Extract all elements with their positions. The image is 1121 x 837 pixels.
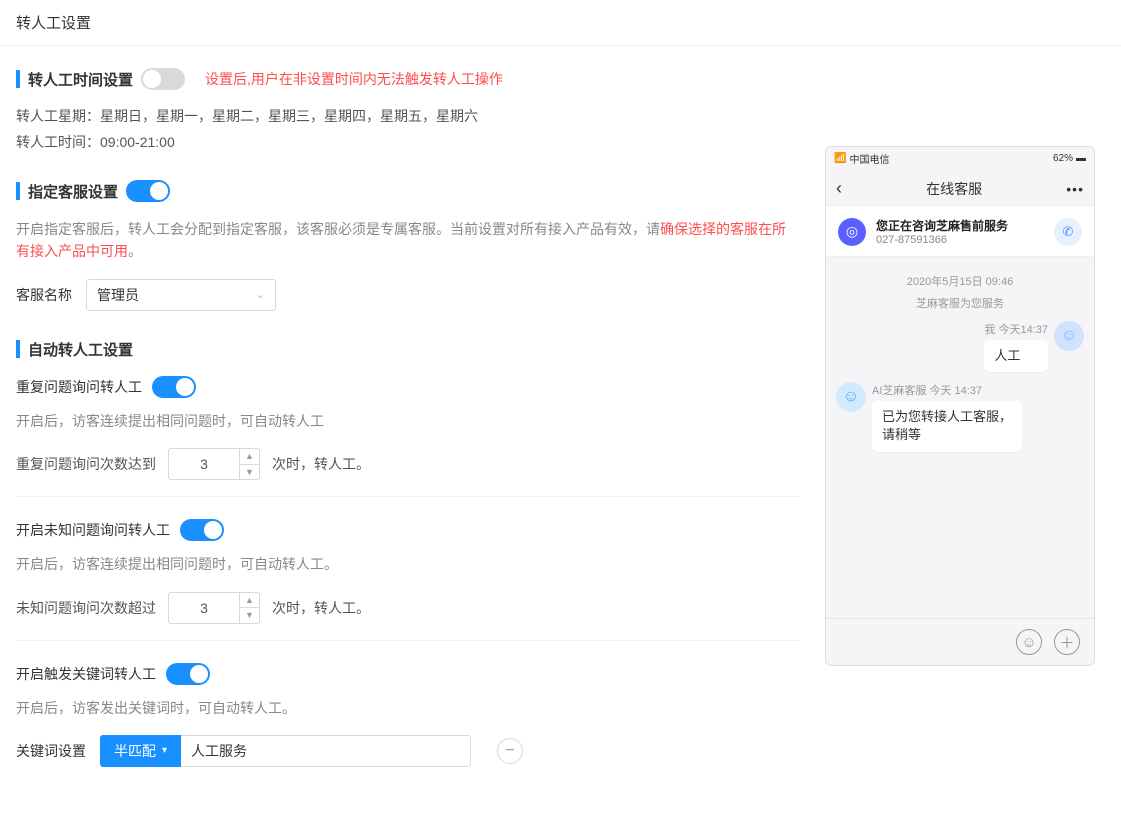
service-avatar-icon: ◎ (838, 218, 866, 246)
repeat-count-suffix: 次时，转人工。 (272, 454, 370, 474)
unknown-count-suffix: 次时，转人工。 (272, 598, 370, 618)
weekday-label: 转人工星期： (16, 108, 100, 124)
unknown-desc: 开启后，访客连续提出相同问题时，可自动转人工。 (16, 553, 799, 575)
stepper-up-icon[interactable]: ▲ (240, 449, 259, 465)
remove-keyword-button[interactable]: − (497, 738, 523, 764)
repeat-count-label: 重复问题询问次数达到 (16, 454, 156, 474)
keyword-set-label: 关键词设置 (16, 741, 86, 761)
title-bar (16, 70, 20, 88)
chevron-down-icon: ▾ (162, 745, 167, 756)
keyword-block: 开启触发关键词转人工 开启后，访客发出关键词时，可自动转人工。 关键词设置 半匹… (16, 663, 799, 783)
unknown-toggle[interactable] (180, 519, 224, 541)
chat-date: 2020年5月15日 09:46 (836, 273, 1084, 289)
page-title: 转人工设置 (0, 0, 1121, 46)
signal-icon: 📶 (834, 153, 846, 164)
user-bubble: 人工 (984, 340, 1048, 372)
repeat-count-input[interactable]: 3 ▲ ▼ (168, 448, 260, 480)
chat-system-msg: 芝麻客服为您服务 (836, 295, 1084, 311)
battery-percent: 62% (1053, 153, 1073, 164)
weekday-value: 星期日，星期一，星期二，星期三，星期四，星期五，星期六 (100, 108, 478, 124)
banner-title: 您正在咨询芝麻售前服务 (876, 217, 1044, 234)
keyword-match-select[interactable]: 半匹配 ▾ (100, 735, 181, 767)
chat-banner: ◎ 您正在咨询芝麻售前服务 027-87591366 ✆ (826, 207, 1094, 257)
chat-input-bar: ☺ ＋ (826, 618, 1094, 665)
phone-preview: 📶 中国电信 62% ▬ ‹ 在线客服 ••• ◎ 您正在咨询芝麻售前服务 02… (825, 146, 1095, 666)
time-toggle[interactable] (141, 68, 185, 90)
stepper-up-icon[interactable]: ▲ (240, 593, 259, 609)
repeat-label: 重复问题询问转人工 (16, 377, 142, 397)
agent-name-select[interactable]: 管理员 ⌄ (86, 279, 276, 311)
phone-status-bar: 📶 中国电信 62% ▬ (826, 147, 1094, 170)
timerange-label: 转人工时间： (16, 134, 100, 150)
agent-name-value: 管理员 (97, 285, 139, 305)
repeat-block: 重复问题询问转人工 开启后，访客连续提出相同问题时，可自动转人工 重复问题询问次… (16, 376, 799, 497)
section-title-time: 转人工时间设置 (28, 69, 133, 90)
stepper-down-icon[interactable]: ▼ (240, 608, 259, 623)
stepper-down-icon[interactable]: ▼ (240, 465, 259, 480)
keyword-input[interactable] (181, 735, 471, 767)
keyword-desc: 开启后，访客发出关键词时，可自动转人工。 (16, 697, 799, 719)
banner-phone-number: 027-87591366 (876, 234, 1044, 246)
repeat-count-value: 3 (169, 449, 239, 479)
section-title-auto: 自动转人工设置 (28, 339, 133, 360)
battery-icon: ▬ (1076, 153, 1086, 164)
unknown-block: 开启未知问题询问转人工 开启后，访客连续提出相同问题时，可自动转人工。 未知问题… (16, 519, 799, 640)
repeat-desc: 开启后，访客连续提出相同问题时，可自动转人工 (16, 410, 799, 432)
time-line: 转人工时间：09:00-21:00 (16, 132, 799, 152)
section-agent-settings: 指定客服设置 开启指定客服后，转人工会分配到指定客服，该客服必须是专属客服。当前… (16, 180, 799, 311)
time-hint: 设置后,用户在非设置时间内无法触发转人工操作 (205, 69, 503, 89)
weekday-line: 转人工星期：星期日，星期一，星期二，星期三，星期四，星期五，星期六 (16, 106, 799, 126)
agent-toggle[interactable] (126, 180, 170, 202)
keyword-match-value: 半匹配 (114, 741, 156, 761)
chat-body: 2020年5月15日 09:46 芝麻客服为您服务 我 今天14:37 人工 ☺… (826, 257, 1094, 618)
unknown-count-input[interactable]: 3 ▲ ▼ (168, 592, 260, 624)
keyword-toggle[interactable] (166, 663, 210, 685)
more-icon[interactable]: ••• (1066, 181, 1084, 197)
user-meta: 我 今天14:37 (984, 321, 1048, 337)
bot-avatar-icon: ☺ (836, 382, 866, 412)
plus-icon[interactable]: ＋ (1054, 629, 1080, 655)
bot-meta: AI芝麻客服 今天 14:37 (872, 382, 1022, 398)
emoji-icon[interactable]: ☺ (1016, 629, 1042, 655)
title-bar (16, 340, 20, 358)
repeat-toggle[interactable] (152, 376, 196, 398)
user-message-row: 我 今天14:37 人工 ☺ (836, 321, 1084, 372)
chevron-down-icon: ⌄ (256, 288, 265, 301)
unknown-count-value: 3 (169, 593, 239, 623)
section-auto-transfer: 自动转人工设置 重复问题询问转人工 开启后，访客连续提出相同问题时，可自动转人工… (16, 339, 799, 783)
carrier-name: 中国电信 (849, 151, 889, 166)
unknown-label: 开启未知问题询问转人工 (16, 520, 170, 540)
unknown-count-label: 未知问题询问次数超过 (16, 598, 156, 618)
section-time-settings: 转人工时间设置 设置后,用户在非设置时间内无法触发转人工操作 转人工星期：星期日… (16, 68, 799, 152)
timerange-value: 09:00-21:00 (100, 134, 175, 150)
bot-message-row: ☺ AI芝麻客服 今天 14:37 已为您转接人工客服，请稍等 (836, 382, 1084, 451)
agent-desc-prefix: 开启指定客服后，转人工会分配到指定客服，该客服必须是专属客服。当前设置对所有接入… (16, 221, 660, 237)
keyword-label: 开启触发关键词转人工 (16, 664, 156, 684)
agent-name-label: 客服名称 (16, 285, 76, 305)
chat-header-title: 在线客服 (842, 179, 1066, 199)
section-title-agent: 指定客服设置 (28, 181, 118, 202)
bot-bubble: 已为您转接人工客服，请稍等 (872, 401, 1022, 451)
phone-call-icon[interactable]: ✆ (1054, 218, 1082, 246)
agent-desc-suffix: 。 (128, 243, 142, 259)
user-avatar-icon: ☺ (1054, 321, 1084, 351)
title-bar (16, 182, 20, 200)
agent-desc: 开启指定客服后，转人工会分配到指定客服，该客服必须是专属客服。当前设置对所有接入… (16, 218, 799, 263)
